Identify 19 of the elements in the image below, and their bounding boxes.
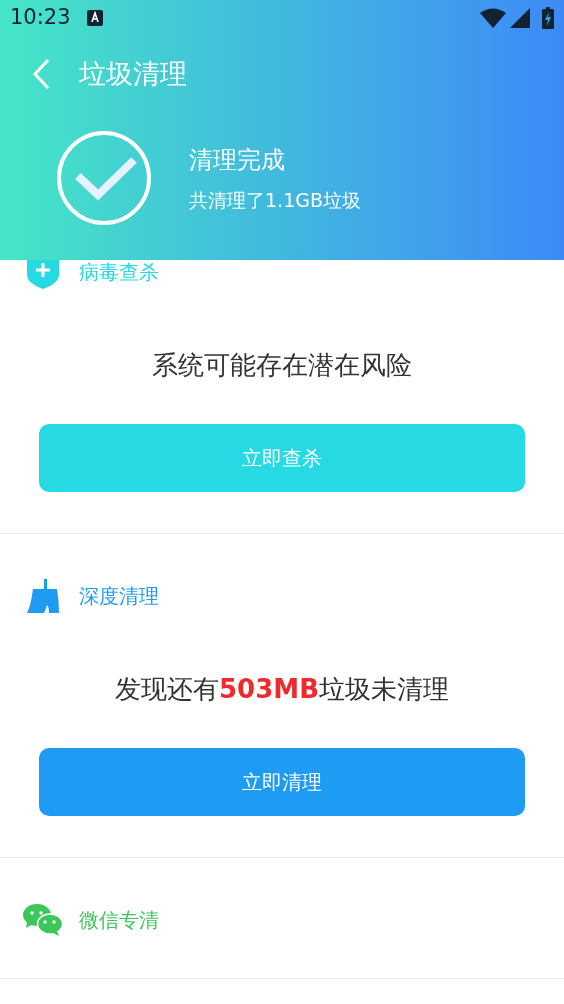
back-icon[interactable] xyxy=(30,57,52,91)
section-title: 微信专清 xyxy=(79,907,159,934)
result-title: 清理完成 xyxy=(189,144,286,176)
battery-icon xyxy=(542,7,554,29)
action-button[interactable]: 立即清理 xyxy=(39,748,525,816)
result-subtitle: 共清理了1.1GB垃圾 xyxy=(189,187,361,213)
check-circle-icon xyxy=(56,130,152,226)
action-button[interactable]: 立即查杀 xyxy=(39,424,525,492)
page-title: 垃圾清理 xyxy=(79,56,187,91)
section-title: 病毒查杀 xyxy=(79,259,159,286)
signal-icon xyxy=(510,8,530,28)
chat-bubbles-icon xyxy=(23,903,63,937)
status-message: 发现还有503MB垃圾未清理 xyxy=(114,673,450,706)
status-time: 10:23 xyxy=(10,4,71,32)
status-message: 系统可能存在潜在风险 xyxy=(151,349,413,382)
broom-icon xyxy=(27,579,59,613)
wifi-icon xyxy=(480,8,506,28)
section-title: 深度清理 xyxy=(79,583,159,610)
keyboard-notification-icon xyxy=(86,10,103,26)
